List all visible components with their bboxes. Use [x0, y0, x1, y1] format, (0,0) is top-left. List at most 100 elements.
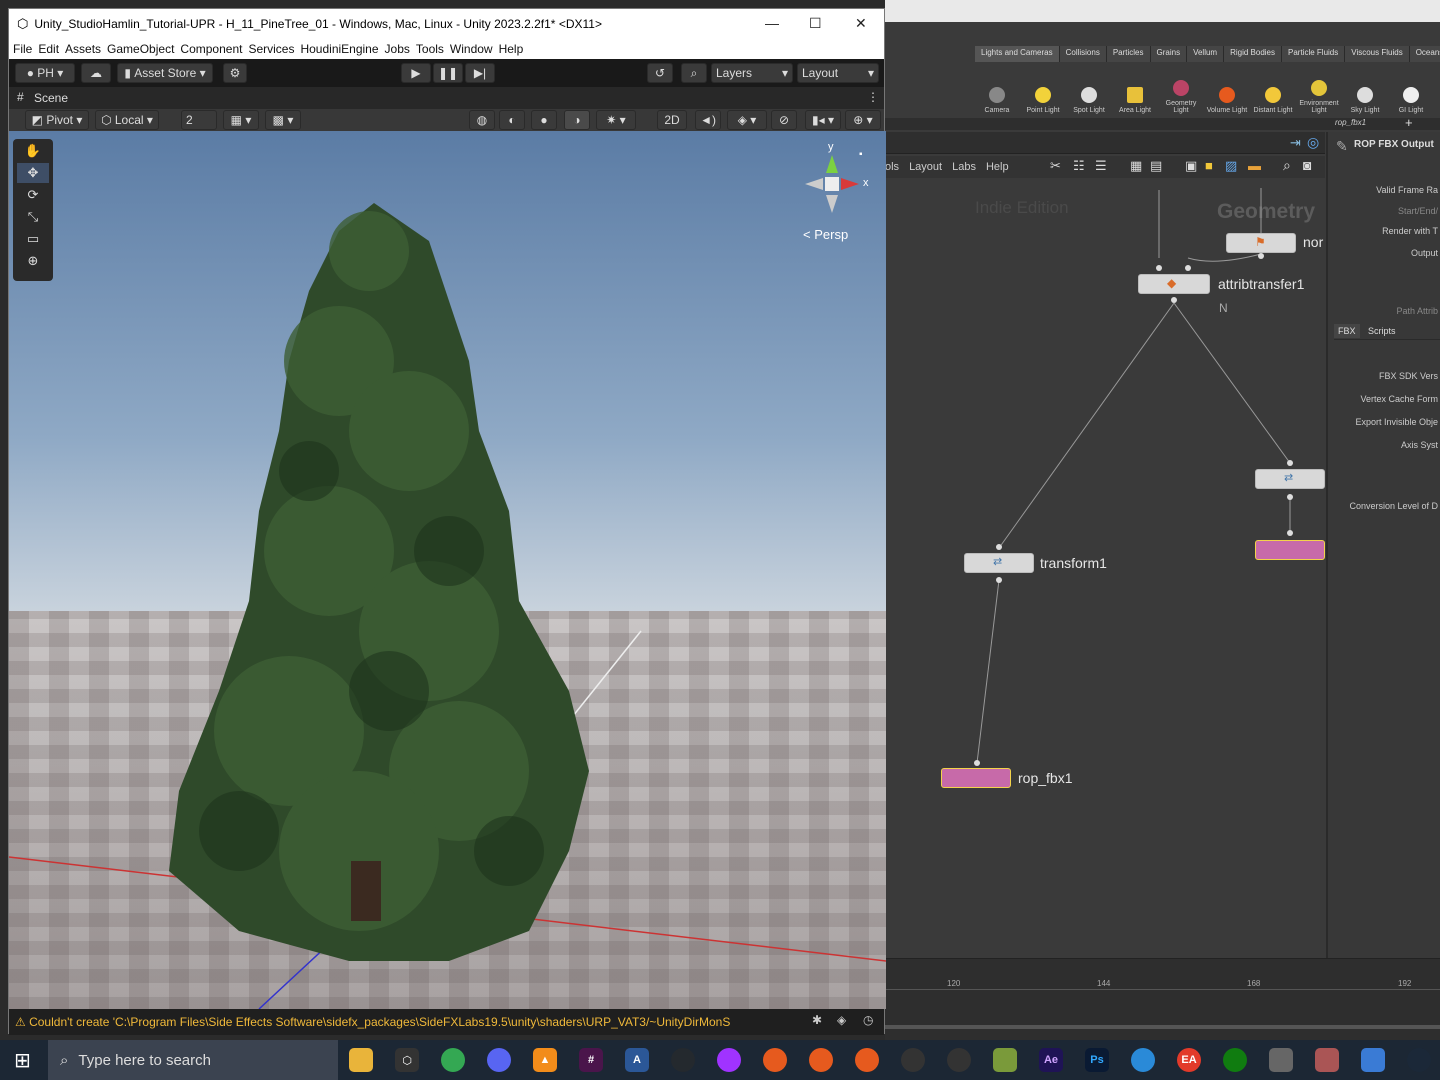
steam-icon[interactable] [1407, 1048, 1431, 1072]
tool-camera[interactable]: Camera [975, 62, 1019, 116]
menu-help[interactable]: Help [499, 42, 524, 56]
tool-gi-light[interactable]: GI Light [1389, 62, 1433, 116]
taskbar-search[interactable]: ⌕ Type here to search [48, 1040, 338, 1080]
minimize-icon[interactable]: — [765, 15, 779, 31]
shelf-tab-particles[interactable]: Particles [1106, 46, 1151, 62]
sticky-icon[interactable]: ■ [1205, 158, 1213, 173]
tool-area-light[interactable]: Area Light [1113, 62, 1157, 116]
camera-settings-button[interactable]: ▮◂ ▾ [805, 110, 841, 130]
menu-layout[interactable]: Layout [909, 161, 942, 173]
unity-title-bar[interactable]: ⬡ Unity_StudioHamlin_Tutorial-UPR - H_11… [9, 9, 884, 39]
node-input-port[interactable] [1287, 460, 1293, 466]
github-icon[interactable] [671, 1048, 695, 1072]
pivot-dropdown[interactable]: ◩ Pivot ▾ [25, 110, 89, 130]
node-input-port[interactable] [996, 544, 1002, 550]
houdini-icon[interactable] [809, 1048, 833, 1072]
timeline[interactable]: 120 144 168 192 [885, 958, 1440, 1040]
account-button[interactable]: ● PH ▾ [15, 63, 75, 83]
unity-hub-icon[interactable]: ⬡ [395, 1048, 419, 1072]
scale-tool-icon[interactable]: ⤡ [17, 207, 49, 227]
package-button[interactable]: ⚙ [223, 63, 247, 83]
zoom-icon[interactable]: ⌕ [1283, 157, 1291, 174]
slack-icon[interactable]: # [579, 1048, 603, 1072]
transform-tool-icon[interactable]: ⊕ [17, 251, 49, 271]
node-transform-right[interactable]: ⇄ [1255, 469, 1325, 489]
param-tab-label[interactable]: rop_fbx1 [1335, 118, 1366, 127]
list-icon[interactable]: ☰ [1095, 158, 1107, 174]
shelf-tab-collisions[interactable]: Collisions [1059, 46, 1107, 62]
shelf-tab-vellum[interactable]: Vellum [1187, 46, 1225, 62]
node-input-port[interactable] [1185, 265, 1191, 271]
node-rop-fbx1[interactable] [941, 768, 1011, 788]
timeline-scrollbar[interactable] [885, 1025, 1440, 1029]
menu-component[interactable]: Component [180, 42, 242, 56]
layers-dropdown[interactable]: Layers ▾ [711, 63, 793, 83]
audio-button[interactable]: ◄) [695, 110, 721, 130]
note-icon[interactable]: ▣ [1185, 158, 1197, 174]
ea-icon[interactable]: EA [1177, 1048, 1201, 1072]
menu-services[interactable]: Services [248, 42, 294, 56]
console-status-bar[interactable]: ⚠ Couldn't create 'C:\Program Files\Side… [9, 1009, 884, 1035]
wireframe-button[interactable]: ◍ [469, 110, 495, 130]
kebab-menu-icon[interactable]: ⋮ [867, 90, 879, 104]
chrome-icon[interactable] [441, 1048, 465, 1072]
param-tab-scripts[interactable]: Scripts [1364, 324, 1400, 338]
sidefx-icon[interactable] [1269, 1048, 1293, 1072]
maximize-icon[interactable]: ☐ [809, 15, 822, 32]
tool-geometry-light[interactable]: Geometry Light [1159, 62, 1203, 116]
node-output-port[interactable] [996, 577, 1002, 583]
menu-window[interactable]: Window [450, 42, 493, 56]
menu-help[interactable]: Help [986, 161, 1009, 173]
new-tab-icon[interactable]: + [1405, 115, 1413, 130]
2d-button[interactable]: 2D [657, 110, 687, 130]
node-normal[interactable]: ⚑ [1226, 233, 1296, 253]
node-output-port[interactable] [1287, 494, 1293, 500]
lit-button[interactable]: ◑ [564, 110, 590, 130]
node-attribtransfer[interactable]: ◆ [1138, 274, 1210, 294]
projection-label[interactable]: < Persp [803, 227, 848, 242]
effects-button[interactable]: ◈ ▾ [727, 110, 767, 130]
shelf-tab-particle-fluids[interactable]: Particle Fluids [1282, 46, 1346, 62]
git-icon[interactable] [993, 1048, 1017, 1072]
shelf-tab-rigid-bodies[interactable]: Rigid Bodies [1224, 46, 1283, 62]
file-explorer-icon[interactable] [349, 1048, 373, 1072]
tool-distant-light[interactable]: Distant Light [1251, 62, 1295, 116]
network-editor[interactable]: Indie Edition Geometry ⚑ nor ◆ attribtra… [885, 178, 1325, 958]
tool-point-light[interactable]: Point Light [1021, 62, 1065, 116]
shelf-tab-lights[interactable]: Lights and Cameras [975, 46, 1060, 62]
search-button[interactable]: ⌕ [681, 63, 707, 83]
node-input-port[interactable] [1287, 530, 1293, 536]
shelf-tab-oceans[interactable]: Oceans [1409, 46, 1440, 62]
shaded-wire-button[interactable]: ◐ [499, 110, 525, 130]
orientation-gizmo[interactable]: y x [799, 141, 869, 221]
xbox-icon[interactable] [1223, 1048, 1247, 1072]
menu-file[interactable]: File [13, 42, 32, 56]
after-effects-icon[interactable]: Ae [1039, 1048, 1063, 1072]
translator-icon[interactable]: A [625, 1048, 649, 1072]
menu-jobs[interactable]: Jobs [385, 42, 410, 56]
step-button[interactable]: ▶| [465, 63, 495, 83]
move-tool-icon[interactable]: ✥ [17, 163, 49, 183]
play-button[interactable]: ▶ [401, 63, 431, 83]
tool-volume-light[interactable]: Volume Light [1205, 62, 1249, 116]
target-icon[interactable]: ◎ [1307, 134, 1319, 151]
edge-icon[interactable] [1131, 1048, 1155, 1072]
windows-start-icon[interactable]: ⊞ [14, 1048, 31, 1073]
local-dropdown[interactable]: ⬡ Local ▾ [95, 110, 159, 130]
grid-snap-button[interactable]: ▦ ▾ [223, 110, 259, 130]
photoshop-icon[interactable]: Ps [1085, 1048, 1109, 1072]
menu-tools[interactable]: Tools [416, 42, 444, 56]
sketchbook-icon[interactable] [947, 1048, 971, 1072]
window-icon[interactable] [1361, 1048, 1385, 1072]
houdini-icon[interactable] [763, 1048, 787, 1072]
increment-snap-button[interactable]: ▩ ▾ [265, 110, 301, 130]
lock-icon[interactable]: ▪ [859, 149, 863, 160]
shelf-tab-grains[interactable]: Grains [1150, 46, 1188, 62]
menu-edit[interactable]: Edit [38, 42, 59, 56]
node-output-port[interactable] [1171, 297, 1177, 303]
grid2-icon[interactable]: ▤ [1150, 158, 1162, 174]
param-tab-fbx[interactable]: FBX [1334, 324, 1360, 338]
menu-labs[interactable]: Labs [952, 161, 976, 173]
wrench-icon[interactable]: ✂ [1050, 158, 1061, 174]
history-button[interactable]: ↺ [647, 63, 673, 83]
